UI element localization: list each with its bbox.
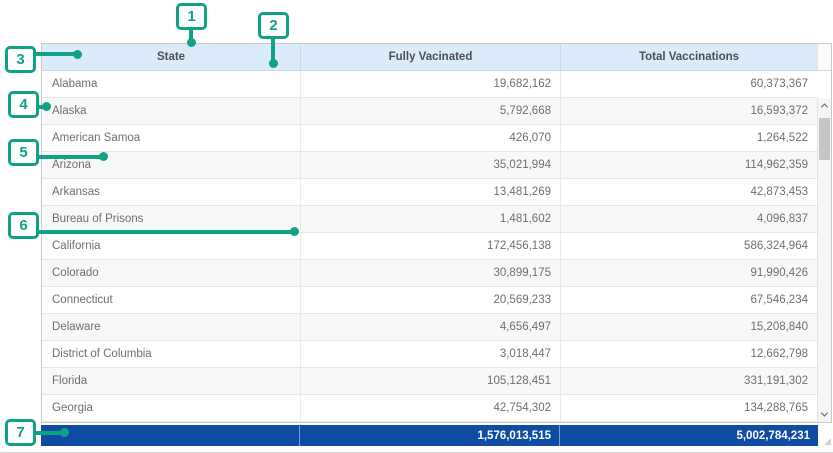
dashboard-canvas: State Fully Vacinated Total Vaccinations… [0,0,833,453]
table-row[interactable]: Georgia 42,754,302 134,288,765 [42,395,817,422]
cell-total-vaccinations: 12,662,798 [561,341,817,368]
cell-total-vaccinations: 331,191,302 [561,368,817,395]
cell-fully-vaccinated: 426,070 [301,125,561,152]
callout-5-dot [99,152,108,161]
cell-total-vaccinations: 67,546,234 [561,287,817,314]
annotation-callout-5: 5 [8,139,39,166]
table-row[interactable]: Alaska 5,792,668 16,593,372 [42,98,817,125]
scroll-down-button[interactable] [818,407,831,422]
cell-state: Alabama [42,71,301,98]
cell-fully-vaccinated: 105,128,451 [301,368,561,395]
footer-scrollbar-gutter [818,425,832,446]
callout-5-line [36,155,101,159]
cell-state: District of Columbia [42,341,301,368]
totals-row-bar: 1,576,013,515 5,002,784,231 [41,425,818,446]
cell-fully-vaccinated: 30,899,175 [301,260,561,287]
cell-state: Colorado [42,260,301,287]
callout-2-line [271,38,275,61]
table-row[interactable]: Colorado 30,899,175 91,990,426 [42,260,817,287]
table-row[interactable]: Bureau of Prisons 1,481,602 4,096,837 [42,206,817,233]
column-header-fully-vaccinated[interactable]: Fully Vacinated [301,44,561,70]
annotation-callout-4: 4 [8,91,39,118]
table-row[interactable]: District of Columbia 3,018,447 12,662,79… [42,341,817,368]
cell-fully-vaccinated: 5,792,668 [301,98,561,125]
cell-state: Alaska [42,98,301,125]
total-total-vaccinations: 5,002,784,231 [560,425,818,446]
cell-fully-vaccinated: 42,754,302 [301,395,561,422]
cell-total-vaccinations: 15,208,840 [561,314,817,341]
table-row[interactable]: California 172,456,138 586,324,964 [42,233,817,260]
cell-fully-vaccinated: 20,569,233 [301,287,561,314]
scrollbar-thumb[interactable] [819,118,830,160]
annotation-callout-3: 3 [5,46,36,73]
cell-total-vaccinations: 114,962,359 [561,152,817,179]
totals-row: 1,576,013,515 5,002,784,231 [41,425,832,446]
table-row[interactable]: Delaware 4,656,497 15,208,840 [42,314,817,341]
cell-fully-vaccinated: 172,456,138 [301,233,561,260]
cell-total-vaccinations: 91,990,426 [561,260,817,287]
annotation-callout-7: 7 [5,419,36,446]
cell-fully-vaccinated: 3,018,447 [301,341,561,368]
resize-grip-icon[interactable] [824,438,831,445]
cell-total-vaccinations: 586,324,964 [561,233,817,260]
column-header-total-vaccinations[interactable]: Total Vaccinations [561,44,817,70]
vertical-scrollbar[interactable] [817,98,831,422]
callout-7-line [34,431,62,435]
cell-state: Georgia [42,395,301,422]
cell-fully-vaccinated: 4,656,497 [301,314,561,341]
cell-total-vaccinations: 134,288,765 [561,395,817,422]
cell-state: Connecticut [42,287,301,314]
cell-fully-vaccinated: 35,021,994 [301,152,561,179]
cell-total-vaccinations: 16,593,372 [561,98,817,125]
table-row[interactable]: Florida 105,128,451 331,191,302 [42,368,817,395]
cell-state: Arkansas [42,179,301,206]
cell-total-vaccinations: 4,096,837 [561,206,817,233]
callout-3-line [34,52,77,56]
cell-state: California [42,233,301,260]
table-row[interactable]: Connecticut 20,569,233 67,546,234 [42,287,817,314]
cell-fully-vaccinated: 13,481,269 [301,179,561,206]
cell-state: Florida [42,368,301,395]
scroll-up-button[interactable] [818,98,831,113]
cell-fully-vaccinated: 1,481,602 [301,206,561,233]
cell-state: Delaware [42,314,301,341]
callout-3-dot [73,50,82,59]
table-body: Alabama 19,682,162 60,373,367 Alaska 5,7… [42,71,831,422]
cell-total-vaccinations: 1,264,522 [561,125,817,152]
callout-7-dot [60,428,69,437]
chevron-up-icon [821,103,828,110]
table-row[interactable]: Arizona 35,021,994 114,962,359 [42,152,817,179]
total-fully-vaccinated: 1,576,013,515 [300,425,560,446]
annotation-callout-2: 2 [258,12,289,39]
table-row[interactable]: Alabama 19,682,162 60,373,367 [42,71,817,98]
cell-total-vaccinations: 60,373,367 [561,71,817,98]
callout-4-dot [42,102,51,111]
callout-2-dot [269,59,278,68]
table-row[interactable]: Arkansas 13,481,269 42,873,453 [42,179,817,206]
chevron-down-icon [821,410,828,417]
cell-state: American Samoa [42,125,301,152]
callout-1-dot [187,38,196,47]
total-state-cell [41,425,300,446]
table-header-row: State Fully Vacinated Total Vaccinations [42,44,831,71]
cell-state: Bureau of Prisons [42,206,301,233]
callout-6-line [36,230,291,234]
header-scrollbar-gutter [817,44,831,70]
annotation-callout-1: 1 [176,3,207,30]
callout-6-dot [290,227,299,236]
annotation-callout-6: 6 [8,212,39,239]
cell-total-vaccinations: 42,873,453 [561,179,817,206]
cell-fully-vaccinated: 19,682,162 [301,71,561,98]
table-row[interactable]: American Samoa 426,070 1,264,522 [42,125,817,152]
